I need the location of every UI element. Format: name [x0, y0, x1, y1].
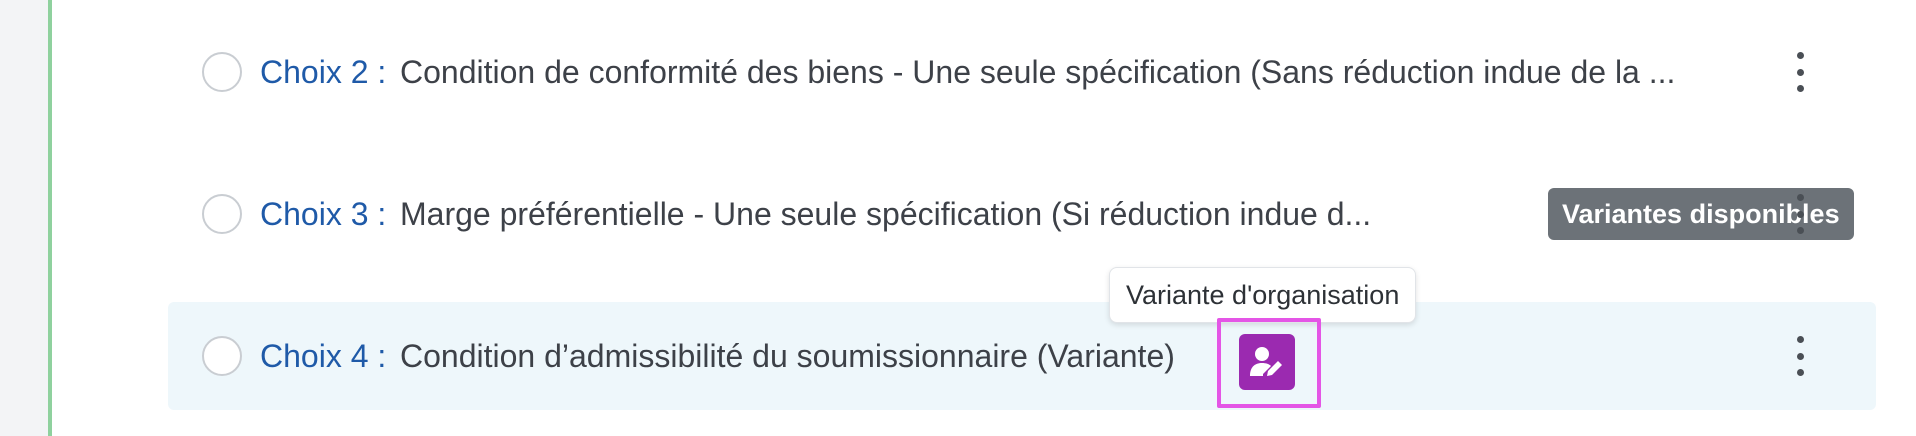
choice-radio-4[interactable] [202, 336, 242, 376]
choice-radio-3[interactable] [202, 194, 242, 234]
choice-text-3: Marge préférentielle - Une seule spécifi… [400, 195, 1372, 232]
choice-text-2: Condition de conformité des biens - Une … [400, 53, 1676, 90]
more-vertical-icon[interactable] [1788, 336, 1812, 376]
variant-tooltip: Variante d'organisation [1109, 267, 1417, 323]
choice-radio-2[interactable] [202, 52, 242, 92]
choice-label-3: Choix 3 : [260, 195, 387, 232]
choices-panel: Choix 2 : Condition de conformité des bi… [48, 0, 1916, 436]
choice-text-4: Condition d’admissibilité du soumissionn… [400, 337, 1175, 374]
variant-icon-highlight [1217, 318, 1321, 408]
user-edit-icon[interactable] [1239, 334, 1295, 390]
choice-row-3[interactable]: Choix 3 : Marge préférentielle - Une seu… [168, 160, 1876, 268]
choice-label-2: Choix 2 : [260, 53, 387, 90]
more-vertical-icon[interactable] [1788, 52, 1812, 92]
more-vertical-icon[interactable] [1788, 194, 1812, 234]
choice-label-4: Choix 4 : [260, 337, 387, 374]
choice-row-2[interactable]: Choix 2 : Condition de conformité des bi… [168, 18, 1876, 126]
choice-row-4[interactable]: Choix 4 : Condition d’admissibilité du s… [168, 302, 1876, 410]
